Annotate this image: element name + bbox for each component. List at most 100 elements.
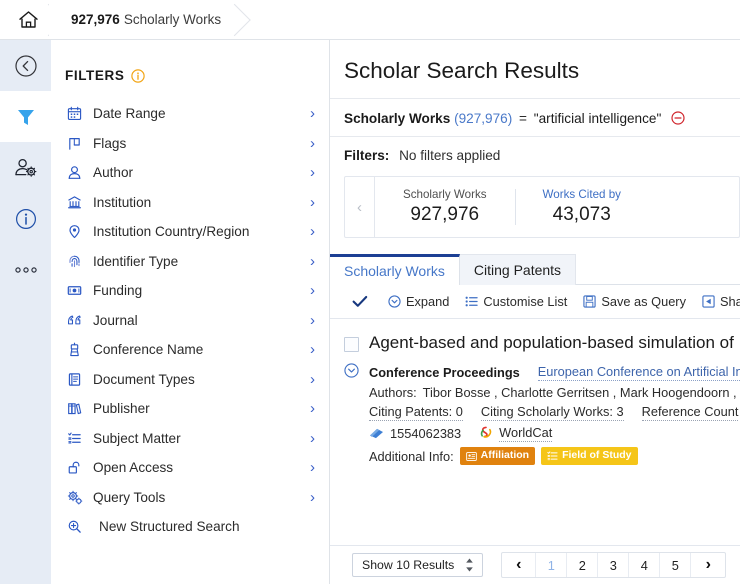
chevron-right-icon: › (310, 282, 315, 300)
badge-field-of-study[interactable]: Field of Study (541, 447, 638, 465)
gears-icon (67, 490, 89, 505)
tab-citing-patents[interactable]: Citing Patents (459, 254, 577, 285)
toolbar-expand-button[interactable]: Expand (388, 294, 449, 309)
pagination-page-4[interactable]: 4 (629, 553, 661, 577)
stats-prev-button[interactable]: ‹ (345, 177, 375, 237)
chevron-right-icon: › (310, 252, 315, 270)
filter-item-funding[interactable]: Funding › (51, 276, 329, 306)
filter-item-flags[interactable]: Flags › (51, 129, 329, 159)
query-field: Scholarly Works (344, 111, 451, 126)
filter-item-label: Funding (93, 283, 143, 299)
chevron-right-icon: › (310, 459, 315, 477)
filter-item-conference-name[interactable]: Conference Name › (51, 335, 329, 365)
filters-panel-title: FILTERS (51, 40, 329, 99)
filter-item-label: Flags (93, 135, 127, 151)
filter-list: Date Range › Flags › Author › Institutio… (51, 99, 329, 542)
remove-circle-icon[interactable] (671, 110, 685, 126)
rail-item-more-options[interactable] (0, 244, 51, 295)
filter-item-author[interactable]: Author › (51, 158, 329, 188)
filter-item-date-range[interactable]: Date Range › (51, 99, 329, 129)
checkmark-icon[interactable] (352, 295, 368, 308)
result-doctype-line: Conference Proceedings European Conferen… (369, 362, 740, 382)
result-detail-lines: Conference Proceedings European Conferen… (369, 362, 740, 468)
pagination-page-2[interactable]: 2 (567, 553, 599, 577)
result-authors[interactable]: Tibor Bosse , Charlotte Gerritsen , Mark… (423, 385, 740, 400)
rail-item-user-settings[interactable] (0, 142, 51, 193)
worldcat-icon (479, 426, 493, 440)
filter-item-label: Institution (93, 194, 152, 210)
filter-item-label: Identifier Type (93, 253, 179, 269)
info-circle-icon (14, 207, 38, 231)
breadcrumb-item-scholarly-works[interactable]: 927,976 Scholarly Works (49, 0, 236, 39)
filter-item-label: Journal (93, 312, 138, 328)
filter-item-new-structured-search[interactable]: New Structured Search (51, 512, 329, 542)
result-reference-count[interactable]: Reference Count (641, 404, 739, 421)
breadcrumb: 927,976 Scholarly Works (0, 0, 740, 40)
pagination-page-3[interactable]: 3 (598, 553, 630, 577)
filter-item-open-access[interactable]: Open Access › (51, 453, 329, 483)
filter-item-publisher[interactable]: Publisher › (51, 394, 329, 424)
quotes-icon (67, 313, 89, 328)
result-citing-patents[interactable]: Citing Patents: 0 (369, 404, 463, 421)
list-icon (67, 431, 89, 446)
stat-label: Scholarly Works (403, 188, 487, 201)
pagination-prev-button[interactable]: ‹ (502, 553, 537, 577)
books-icon (67, 401, 89, 416)
toolbar-save-as-query-button[interactable]: Save as Query (583, 294, 686, 309)
result-authors-line: Authors: Tibor Bosse , Charlotte Gerrits… (369, 382, 740, 402)
show-results-select[interactable]: Show 10 Results (352, 553, 484, 577)
stat-scholarly-works[interactable]: Scholarly Works 927,976 (375, 177, 515, 237)
rail-item-collapse-panel[interactable] (0, 40, 51, 91)
pagination-next-button[interactable]: › (691, 553, 725, 577)
filter-item-query-tools[interactable]: Query Tools › (51, 483, 329, 513)
filter-item-document-types[interactable]: Document Types › (51, 365, 329, 395)
filter-item-institution-country-region[interactable]: Institution Country/Region › (51, 217, 329, 247)
result-checkbox[interactable] (344, 337, 359, 352)
result-worldcat[interactable]: WorldCat (499, 425, 553, 442)
rail-item-information[interactable] (0, 193, 51, 244)
applied-filters-label: Filters: (344, 148, 390, 163)
result-citing-scholarly-works[interactable]: Citing Scholarly Works: 3 (480, 404, 624, 421)
info-circle-icon[interactable] (131, 68, 146, 83)
results-toolbar: Expand Customise List Save as Query Shar… (330, 285, 740, 319)
up-down-arrows-icon (464, 557, 475, 573)
toolbar-label: Share (719, 294, 740, 309)
show-results-label: Show 10 Results (362, 558, 455, 572)
chevron-left-icon: ‹ (516, 556, 522, 573)
chevron-left-circle-icon (14, 54, 38, 78)
toolbar-customise-list-button[interactable]: Customise List (465, 294, 567, 309)
result-additional-info-label: Additional Info: (369, 448, 454, 464)
toolbar-label: Expand (406, 294, 450, 309)
pagination-footer: Show 10 Results ‹ 1 2 3 4 5 › (330, 545, 740, 584)
rail-item-filters[interactable] (0, 91, 51, 142)
filter-item-label: New Structured Search (99, 519, 240, 535)
chevron-down-circle-icon[interactable] (344, 363, 359, 378)
result-venue[interactable]: European Conference on Artificial Int (537, 364, 740, 381)
result-title[interactable]: Agent-based and population-based simulat… (369, 333, 734, 353)
toolbar-label: Save as Query (601, 294, 686, 309)
badge-affiliation[interactable]: Affiliation (459, 447, 536, 465)
main-content: Scholar Search Results Scholarly Works (… (330, 40, 740, 584)
stat-works-cited-by[interactable]: Works Cited by 43,073 (514, 177, 649, 237)
pagination-page-1[interactable]: 1 (536, 553, 568, 577)
chevron-right-icon: › (310, 311, 315, 329)
result-identifier[interactable]: 1554062383 (390, 426, 461, 441)
tab-label: Citing Patents (473, 262, 562, 278)
pagination-page-5[interactable]: 5 (660, 553, 692, 577)
query-summary: Scholarly Works (927,976) = "artificial … (330, 99, 740, 137)
filter-item-journal[interactable]: Journal › (51, 306, 329, 336)
filter-item-subject-matter[interactable]: Subject Matter › (51, 424, 329, 454)
filter-item-label: Institution Country/Region (93, 224, 250, 240)
filter-item-label: Author (93, 165, 134, 181)
person-icon (67, 165, 89, 180)
chevron-right-icon: › (310, 164, 315, 182)
tab-label: Scholarly Works (344, 263, 445, 279)
user-gear-icon (13, 156, 39, 180)
filter-item-institution[interactable]: Institution › (51, 188, 329, 218)
toolbar-share-button[interactable]: Share (702, 294, 740, 309)
tab-scholarly-works[interactable]: Scholarly Works (330, 254, 460, 285)
result-item: Agent-based and population-based simulat… (330, 319, 740, 468)
query-count: (927,976) (454, 111, 513, 126)
breadcrumb-home[interactable] (0, 0, 49, 39)
filter-item-identifier-type[interactable]: Identifier Type › (51, 247, 329, 277)
